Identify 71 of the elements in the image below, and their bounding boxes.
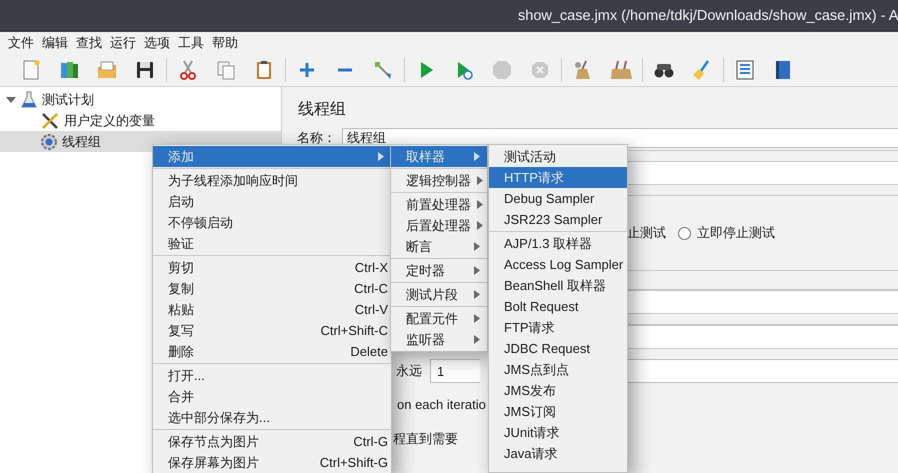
- menu-item[interactable]: Java请求: [489, 443, 627, 464]
- checkbox-label: 永远: [396, 362, 422, 380]
- menu-item[interactable]: Debug Sampler: [489, 188, 627, 209]
- menu-item[interactable]: Bolt Request: [489, 296, 627, 317]
- expand-arrow-icon[interactable]: [6, 94, 16, 104]
- menu-item[interactable]: BeanShell 取样器: [489, 275, 627, 296]
- menu-item[interactable]: 复制 Ctrl-C: [153, 278, 391, 299]
- menu-bar-item[interactable]: 选项: [140, 34, 174, 52]
- brooms-icon[interactable]: [610, 59, 632, 81]
- copy-icon[interactable]: [215, 59, 237, 81]
- folder-icon[interactable]: [96, 59, 118, 81]
- menu-item[interactable]: 取样器: [391, 146, 487, 167]
- menu-bar-item[interactable]: 运行: [106, 34, 140, 52]
- menu-item[interactable]: 删除 Delete: [153, 341, 391, 362]
- menu-bar-item[interactable]: 帮助: [208, 34, 242, 52]
- menu-item[interactable]: 测试片段: [391, 284, 487, 305]
- field-label: 名称：: [297, 131, 336, 145]
- menu-item[interactable]: 验证: [153, 233, 391, 254]
- menu-item[interactable]: 后置处理器: [391, 215, 487, 236]
- menu-item[interactable]: 测试活动: [489, 146, 627, 167]
- wand-icon[interactable]: [372, 59, 394, 81]
- menu-item[interactable]: 保存节点为图片 Ctrl-G: [153, 431, 391, 452]
- gear-icon: [40, 132, 58, 150]
- menu-bar-item[interactable]: 查找: [72, 34, 106, 52]
- menu-item[interactable]: 添加: [153, 146, 391, 167]
- menu-item[interactable]: 合并: [153, 386, 391, 407]
- menu-item[interactable]: 定时器: [391, 260, 487, 281]
- loop-count-field[interactable]: 1: [430, 359, 480, 383]
- menu-item[interactable]: 打开...: [153, 365, 391, 386]
- menu-item[interactable]: 不停顿启动: [153, 212, 391, 233]
- books-icon[interactable]: [58, 59, 80, 81]
- menu-item[interactable]: 粘贴 Ctrl-V: [153, 299, 391, 320]
- tools-icon: [40, 110, 60, 130]
- menu-item[interactable]: 选中部分保存为...: [153, 407, 391, 428]
- menu-item[interactable]: 断言: [391, 236, 487, 257]
- menu-bar-item[interactable]: 编辑: [38, 34, 72, 52]
- checkbox-label: on each iteratio: [397, 397, 486, 412]
- menu-item[interactable]: JMS点到点: [489, 359, 627, 380]
- menu-item[interactable]: Access Log Sampler: [489, 254, 627, 275]
- menu-item[interactable]: HTTP请求: [489, 167, 627, 188]
- menu-item[interactable]: JMS订阅: [489, 401, 627, 422]
- scissors-icon[interactable]: [177, 59, 199, 81]
- menu-item[interactable]: JUnit请求: [489, 422, 627, 443]
- checkbox-label: 程直到需要: [393, 431, 458, 446]
- menu-item[interactable]: 监听器: [391, 329, 487, 350]
- menu-item[interactable]: 逻辑控制器: [391, 170, 487, 191]
- radio-button[interactable]: [678, 226, 691, 240]
- tree-item[interactable]: 用户定义的变量: [64, 112, 155, 130]
- menu-item[interactable]: JMS发布: [489, 380, 627, 401]
- menu-item[interactable]: 为子线程添加响应时间: [153, 170, 391, 191]
- menu-bar-item[interactable]: 文件: [4, 34, 38, 52]
- menu-item[interactable]: 前置处理器: [391, 194, 487, 215]
- menu-bar-item[interactable]: 工具: [174, 34, 208, 52]
- radio-label: 立即停止测试: [697, 224, 775, 242]
- tree-item[interactable]: 线程组: [62, 132, 101, 150]
- radio-label: 止测试: [627, 224, 666, 242]
- flask-icon: [20, 90, 38, 108]
- menu-item[interactable]: 启动: [153, 191, 391, 212]
- menu-item[interactable]: 保存屏幕为图片 Ctrl+Shift-G: [153, 452, 391, 473]
- menu-item[interactable]: FTP请求: [489, 317, 627, 338]
- window-title: show_case.jmx (/home/tdkj/Downloads/show_case.jmx) - A: [518, 8, 898, 24]
- tree-item[interactable]: 测试计划: [42, 90, 94, 108]
- menu-item[interactable]: 剪切 Ctrl-X: [153, 257, 391, 278]
- menu-item[interactable]: JDBC Request: [489, 338, 627, 359]
- menu-item[interactable]: JSR223 Sampler: [489, 209, 627, 230]
- list-icon[interactable]: [734, 59, 756, 81]
- menu-item[interactable]: AJP/1.3 取样器: [489, 233, 627, 254]
- panel-title: 线程组: [298, 101, 346, 118]
- menu-item[interactable]: 配置元件: [391, 308, 487, 329]
- name-field[interactable]: 线程组: [342, 128, 898, 148]
- menu-item[interactable]: 复写 Ctrl+Shift-C: [153, 320, 391, 341]
